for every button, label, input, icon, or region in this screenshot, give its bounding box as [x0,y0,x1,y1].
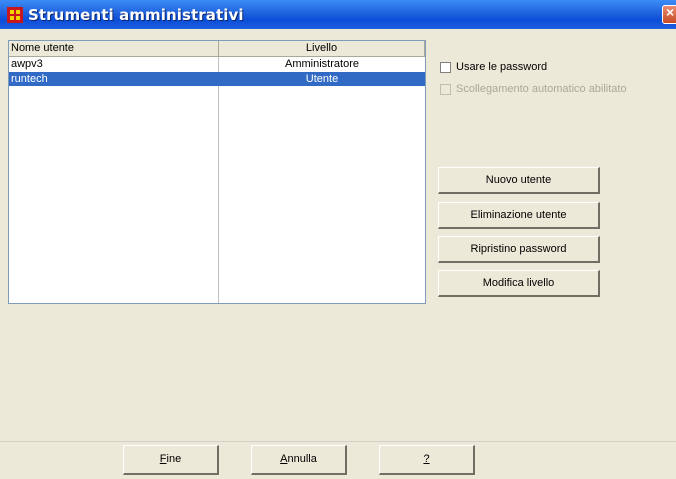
cancel-button[interactable]: Annulla [251,445,347,475]
change-level-button[interactable]: Modifica livello [438,270,600,297]
column-header-level[interactable]: Livello [219,41,425,57]
app-flag-icon [7,7,23,23]
close-button[interactable]: × [662,4,676,24]
new-user-button[interactable]: Nuovo utente [438,167,600,194]
reset-password-button[interactable]: Ripristino password [438,236,600,263]
user-name-cell: runtech [11,73,48,85]
window-title: Strumenti amministrativi [28,6,244,24]
auto-logout-label: Scollegamento automatico abilitato [456,83,627,95]
users-table[interactable]: Nome utente Livello awpv3 Amministratore… [8,40,426,304]
column-header-name[interactable]: Nome utente [9,41,219,57]
use-passwords-checkbox[interactable] [440,62,451,73]
table-row-selected[interactable]: runtech Utente [9,72,425,86]
title-bar[interactable]: Strumenti amministrativi × [0,0,676,29]
user-level-cell: Amministratore [285,58,359,70]
close-icon: × [666,4,675,20]
auto-logout-checkbox [440,84,451,95]
user-level-cell: Utente [305,73,339,85]
use-passwords-label: Usare le password [456,61,548,73]
column-divider [218,57,219,303]
user-name-cell: awpv3 [11,58,43,70]
help-button[interactable]: ? [379,445,475,475]
ok-button[interactable]: Fine [123,445,219,475]
footer-divider [0,441,676,442]
table-row[interactable]: awpv3 Amministratore [9,57,425,71]
delete-user-button[interactable]: Eliminazione utente [438,202,600,229]
